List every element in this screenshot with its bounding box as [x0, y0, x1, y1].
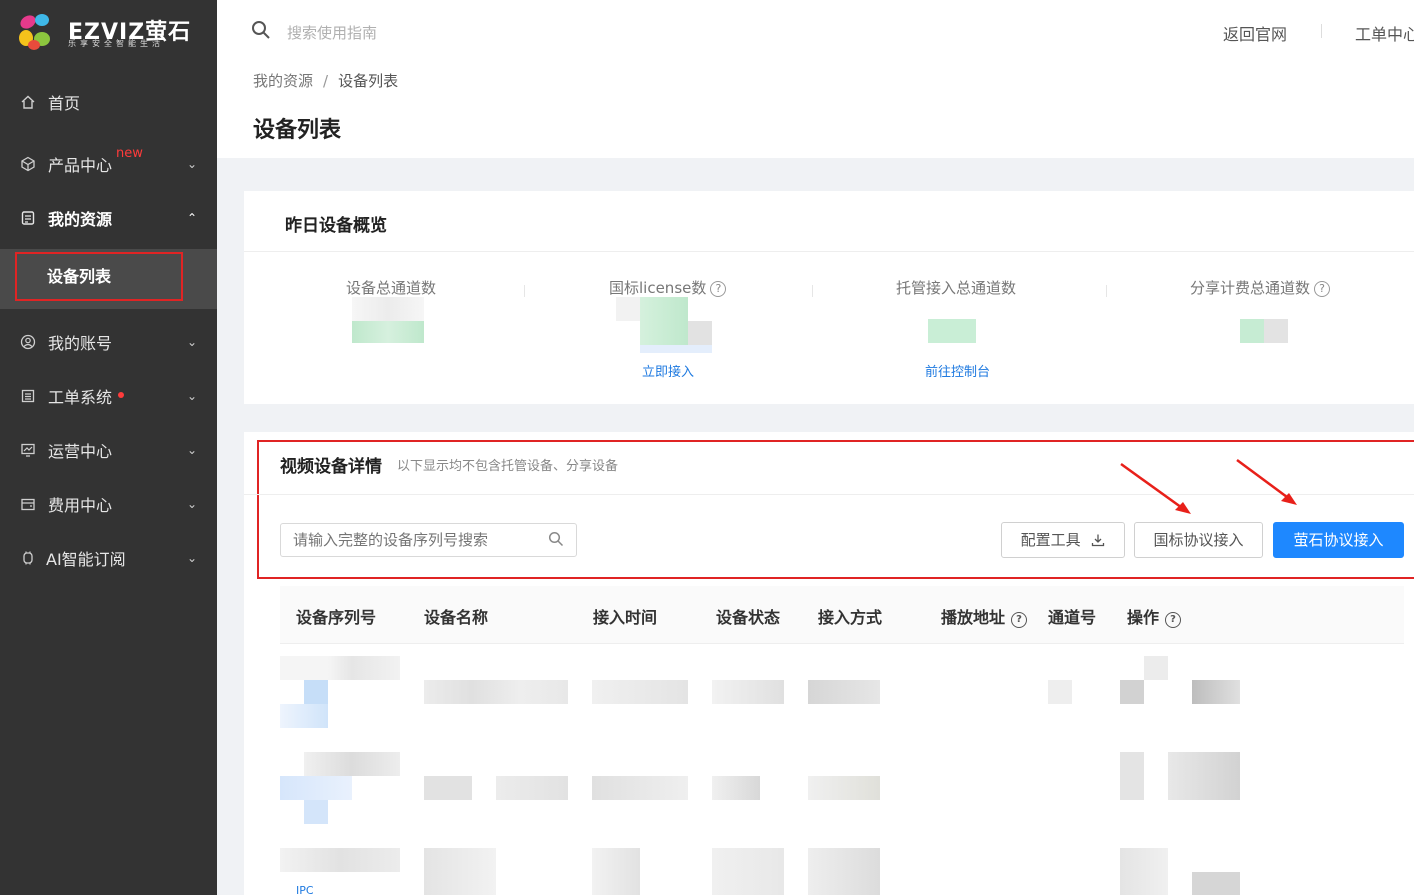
search-icon[interactable]: [251, 20, 271, 40]
help-icon[interactable]: ?: [1165, 612, 1182, 628]
table-header: 设备序列号 设备名称 接入时间 设备状态 接入方式 播放地址? 通道号 操作?: [280, 586, 1404, 644]
sidebar-item-resources[interactable]: 我的资源 ⌃: [0, 194, 217, 242]
chevron-up-icon: ⌃: [186, 211, 197, 225]
column-header-label: 操作: [1127, 608, 1160, 627]
detail-subtitle: 以下显示均不包含托管设备、分享设备: [397, 459, 619, 474]
breadcrumb-separator: /: [323, 72, 329, 90]
column-header: 设备序列号: [296, 608, 377, 627]
chevron-down-icon: ⌄: [186, 551, 197, 565]
search-icon[interactable]: [548, 531, 564, 547]
logo-slogan: 乐享安全智能生活: [68, 39, 164, 48]
top-header: 搜索使用指南 返回官网 工单中心 我的资源 / 设备列表 设备列表: [217, 0, 1414, 158]
gb-protocol-access-button[interactable]: 国标协议接入: [1134, 522, 1263, 558]
sidebar-item-label: AI智能订阅: [46, 550, 126, 569]
column-header: 接入时间: [593, 608, 658, 627]
back-to-site-link[interactable]: 返回官网: [1223, 21, 1287, 45]
column-header-play-url: 播放地址?: [941, 604, 1028, 628]
stat-label: 分享计费总通道数: [1190, 279, 1311, 297]
ezviz-protocol-access-button[interactable]: 萤石协议接入: [1273, 522, 1404, 558]
breadcrumb-root[interactable]: 我的资源: [253, 72, 313, 90]
divider: [244, 251, 1414, 252]
divider: [1321, 24, 1322, 38]
cube-icon: [20, 156, 36, 172]
chevron-down-icon: ⌄: [186, 389, 197, 403]
stat-hosted-channels: 托管接入总通道数: [896, 277, 1016, 298]
overview-card: 昨日设备概览 设备总通道数 国标license数? 立即接入 托管接入总通道数 …: [244, 191, 1414, 404]
blurred-value: [352, 297, 424, 343]
divider: [524, 285, 525, 297]
stat-label: 托管接入总通道数: [896, 279, 1017, 297]
help-icon[interactable]: ?: [1314, 281, 1331, 297]
blurred-value: [928, 319, 976, 343]
column-header: 通道号: [1048, 608, 1097, 627]
sidebar-item-label: 首页: [48, 94, 81, 113]
chevron-down-icon: ⌄: [186, 497, 197, 511]
overview-title: 昨日设备概览: [285, 216, 387, 236]
stat-gb-license: 国标license数?: [609, 277, 727, 298]
page-title: 设备列表: [253, 118, 342, 143]
chevron-down-icon: ⌄: [186, 157, 197, 171]
sidebar-item-products[interactable]: 产品中心 new ⌄: [0, 140, 217, 188]
stat-total-channels: 设备总通道数: [346, 277, 436, 298]
divider: [1106, 285, 1107, 297]
chevron-down-icon: ⌄: [186, 443, 197, 457]
help-icon[interactable]: ?: [710, 281, 727, 297]
column-header: 设备名称: [424, 608, 489, 627]
sidebar-item-home[interactable]: 首页: [0, 78, 217, 126]
stat-shared-billing-channels: 分享计费总通道数?: [1190, 277, 1331, 298]
column-header-actions: 操作?: [1127, 604, 1182, 628]
sidebar-item-label: 工单系统: [48, 388, 113, 407]
sidebar: EZVIZ萤石 乐享安全智能生活 首页 产品中心 new ⌄ 我的资源 ⌃ 设备…: [0, 0, 217, 895]
guide-search-input[interactable]: 搜索使用指南: [287, 22, 377, 43]
sidebar-item-label: 我的资源: [48, 210, 113, 229]
serial-search-input[interactable]: [280, 523, 577, 557]
sidebar-item-tickets[interactable]: 工单系统 ⌄: [0, 372, 217, 420]
stat-label: 设备总通道数: [346, 279, 437, 297]
blurred-value: [616, 297, 712, 353]
sidebar-item-label: 产品中心: [48, 156, 113, 175]
column-header-label: 播放地址: [941, 608, 1006, 627]
breadcrumb: 我的资源 / 设备列表: [253, 70, 398, 91]
document-icon: [20, 210, 36, 226]
chevron-down-icon: ⌄: [186, 335, 197, 349]
blurred-value: [1240, 319, 1288, 343]
notification-dot: [118, 392, 124, 398]
device-type-tag: IPC: [296, 884, 314, 895]
stat-label: 国标license数: [609, 279, 707, 297]
sidebar-item-account[interactable]: 我的账号 ⌄: [0, 318, 217, 366]
column-header: 设备状态: [716, 608, 781, 627]
home-icon: [20, 94, 36, 110]
sidebar-item-operations[interactable]: 运营中心 ⌄: [0, 426, 217, 474]
ticket-center-link[interactable]: 工单中心: [1355, 21, 1414, 45]
divider: [812, 285, 813, 297]
go-console-link[interactable]: 前往控制台: [925, 361, 990, 380]
sidebar-item-label: 我的账号: [48, 334, 113, 353]
user-icon: [20, 334, 36, 350]
wallet-icon: [20, 496, 36, 512]
sidebar-item-label: 费用中心: [48, 496, 113, 515]
sidebar-item-billing[interactable]: 费用中心 ⌄: [0, 480, 217, 528]
config-tool-button[interactable]: 配置工具: [1001, 522, 1125, 558]
sidebar-item-label: 运营中心: [48, 442, 113, 461]
sidebar-item-ai-subscription[interactable]: AI智能订阅 ⌄: [0, 534, 217, 582]
button-label: 配置工具: [1020, 531, 1081, 549]
ai-icon: [20, 550, 36, 566]
download-icon: [1092, 534, 1105, 547]
column-header: 接入方式: [818, 608, 883, 627]
detail-title: 视频设备详情: [280, 457, 382, 477]
new-badge: new: [116, 146, 143, 161]
chart-icon: [20, 442, 36, 458]
annotation-arrow-icon: [1120, 458, 1297, 514]
logo-mark-icon: [19, 14, 50, 50]
breadcrumb-current: 设备列表: [338, 72, 399, 90]
connect-now-link[interactable]: 立即接入: [642, 361, 694, 380]
ezviz-logo[interactable]: EZVIZ萤石 乐享安全智能生活: [16, 12, 196, 54]
help-icon[interactable]: ?: [1011, 612, 1028, 628]
sidebar-subitem-device-list[interactable]: 设备列表: [15, 252, 183, 301]
list-icon: [20, 388, 36, 404]
